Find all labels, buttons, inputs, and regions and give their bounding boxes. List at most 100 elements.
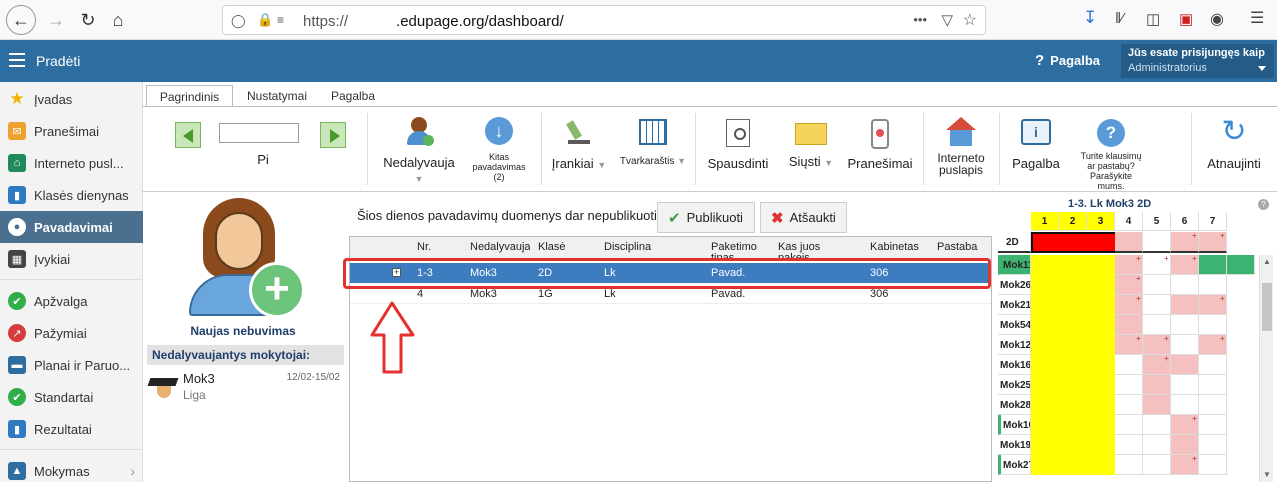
timetable-cell[interactable] — [1115, 355, 1143, 375]
timetable-cell[interactable] — [1115, 455, 1143, 475]
new-absence-label[interactable]: Naujas nebuvimas — [143, 324, 343, 338]
selected-periods-cell[interactable] — [1031, 395, 1117, 415]
col-nr[interactable]: Nr. — [417, 242, 431, 253]
teacher-avatar-icon[interactable]: + — [185, 198, 305, 320]
sidebar-item-3[interactable]: ⌂ Interneto pusl... — [0, 147, 143, 179]
back-arrow-icon[interactable]: ← — [6, 5, 36, 35]
teacher-row-label[interactable]: Mok10 — [998, 415, 1031, 435]
teacher-row-label[interactable]: Mok25 — [998, 375, 1031, 395]
next-day-button[interactable] — [320, 122, 346, 148]
publish-button[interactable]: ✔ Publikuoti — [657, 202, 755, 233]
timetable-scrollbar[interactable]: ▲ ▼ — [1259, 255, 1273, 482]
timetable-cell[interactable] — [1171, 355, 1199, 375]
absent-teacher-item[interactable]: Mok3 12/02-15/02 Liga — [147, 368, 344, 402]
timetable-cell[interactable] — [1115, 395, 1143, 415]
sidebar-item-9[interactable]: ▬ Planai ir Paruo... — [0, 349, 143, 381]
website-button[interactable]: Interneto puslapis — [929, 115, 993, 187]
cancel-button[interactable]: ✖ Atšaukti — [760, 202, 847, 233]
user-dropdown[interactable]: Jūs esate prisijungęs kaip Administrator… — [1121, 44, 1274, 78]
sidebar-item-4[interactable]: ▮ Klasės dienynas — [0, 179, 143, 211]
sidebar-item-6[interactable]: ▦ Įvykiai — [0, 243, 143, 275]
timetable-cell[interactable] — [1171, 275, 1199, 295]
timetable-cell[interactable] — [1115, 435, 1143, 455]
selected-periods-cell[interactable] — [1031, 435, 1117, 455]
timetable-cell[interactable] — [1199, 435, 1227, 455]
sidebar-item-10[interactable]: ✔ Standartai — [0, 381, 143, 413]
tab-main[interactable]: Pagrindinis — [146, 85, 233, 107]
hamburger-menu-icon[interactable] — [9, 53, 25, 67]
selected-periods-cell[interactable] — [1031, 255, 1117, 275]
timetable-cell[interactable] — [1199, 375, 1227, 395]
help-button[interactable]: i Pagalba — [1005, 115, 1067, 187]
teacher-row-label[interactable]: Mok19 — [998, 435, 1031, 455]
feedback-button[interactable]: ? Turite klausimų ar pastabų? Parašykite… — [1071, 115, 1151, 193]
teacher-row-label[interactable]: Mok16 — [998, 355, 1031, 375]
sidebar-item-2[interactable]: ✉ Pranešimai — [0, 115, 143, 147]
other-substitution-button[interactable]: ↓ Kitas pavadavimas (2) — [469, 115, 529, 187]
col-subject[interactable]: Disciplina — [604, 242, 651, 253]
teacher-row-label[interactable]: Mok11 — [998, 255, 1031, 275]
timetable-cell[interactable] — [1199, 455, 1227, 475]
scroll-down-icon[interactable]: ▼ — [1263, 470, 1271, 479]
timetable-cell[interactable] — [1199, 415, 1227, 435]
tab-help[interactable]: Pagalba — [323, 85, 383, 107]
timetable-cell[interactable] — [1143, 395, 1171, 415]
page-actions-icon[interactable]: ••• — [913, 12, 927, 27]
timetable-cell[interactable] — [1199, 255, 1227, 275]
sidebar-item-7[interactable]: ✔ Apžvalga — [0, 285, 143, 317]
selected-periods-cell[interactable] — [1031, 355, 1117, 375]
forward-arrow-icon[interactable]: → — [42, 6, 70, 34]
timetable-cell[interactable] — [1143, 415, 1171, 435]
timetable-cell[interactable] — [1115, 415, 1143, 435]
timetable-cell[interactable] — [1171, 335, 1199, 355]
sidebar-item-1[interactable]: ★ Įvadas — [0, 83, 143, 115]
help-circle-icon[interactable]: ? — [1258, 199, 1269, 210]
sidebar-item-5[interactable]: ● Pavadavimai — [0, 211, 143, 243]
sidebar-toggle-icon[interactable]: ◫ — [1146, 10, 1160, 28]
timetable-cell[interactable] — [1171, 375, 1199, 395]
timetable-cell[interactable] — [1199, 395, 1227, 415]
pocket-icon[interactable]: ▽ — [941, 11, 953, 29]
teacher-row-label[interactable]: Mok27 — [998, 455, 1031, 475]
timetable-cell[interactable] — [1143, 315, 1171, 335]
timetables-button[interactable]: Tvarkaraštis ▼ — [615, 115, 691, 187]
start-menu-label[interactable]: Pradėti — [36, 53, 80, 69]
selected-periods-cell[interactable] — [1031, 295, 1117, 315]
tab-settings[interactable]: Nustatymai — [239, 85, 315, 107]
col-class[interactable]: Klasė — [538, 242, 566, 253]
help-link[interactable]: ? Pagalba — [1035, 52, 1100, 69]
timetable-cell[interactable] — [1143, 375, 1171, 395]
refresh-button[interactable]: ↻ Atnaujinti — [1199, 115, 1269, 187]
sidebar-item-8[interactable]: ↗ Pažymiai — [0, 317, 143, 349]
browser-menu-icon[interactable]: ☰ — [1250, 8, 1264, 28]
download-icon[interactable]: ↧ — [1083, 8, 1097, 28]
timetable-cell[interactable] — [1199, 355, 1227, 375]
teacher-row-label[interactable]: Mok28 — [998, 395, 1031, 415]
tools-button[interactable]: Įrankiai ▼ — [549, 115, 609, 187]
selected-periods-cell[interactable] — [1031, 335, 1117, 355]
timetable-cell[interactable] — [1171, 315, 1199, 335]
selected-periods-cell[interactable] — [1031, 315, 1117, 335]
account-icon[interactable]: ◉ — [1210, 9, 1224, 29]
notifications-button[interactable]: Pranešimai — [843, 115, 917, 187]
teacher-row-label[interactable]: Mok12 — [998, 335, 1031, 355]
timetable-cell[interactable] — [1227, 255, 1255, 275]
col-absent[interactable]: Nedalyvauja — [470, 242, 530, 253]
teacher-row-label[interactable]: Mok21 — [998, 295, 1031, 315]
plus-circle-icon[interactable]: + — [249, 262, 305, 318]
url-bar[interactable]: ◯ 🔒 ≡ https:// .edupage.org/dashboard/ ••… — [222, 5, 986, 35]
sidebar-item-11[interactable]: ▮ Rezultatai — [0, 413, 143, 445]
timetable-cell[interactable] — [1143, 275, 1171, 295]
date-input[interactable] — [219, 123, 299, 143]
selected-periods-cell[interactable] — [1031, 455, 1117, 475]
timetable-cell[interactable] — [1199, 275, 1227, 295]
timetable-cell[interactable] — [1171, 395, 1199, 415]
timetable-cell[interactable] — [1143, 295, 1171, 315]
selected-periods-cell[interactable] — [1031, 275, 1117, 295]
library-icon[interactable]: ‖⁄ — [1115, 10, 1124, 27]
absent-button[interactable]: Nedalyvauja ▼ — [377, 115, 461, 187]
reload-icon[interactable]: ↻ — [74, 6, 102, 34]
timetable-cell[interactable] — [1115, 232, 1143, 253]
col-note[interactable]: Pastaba — [937, 242, 977, 253]
prev-day-button[interactable] — [175, 122, 201, 148]
